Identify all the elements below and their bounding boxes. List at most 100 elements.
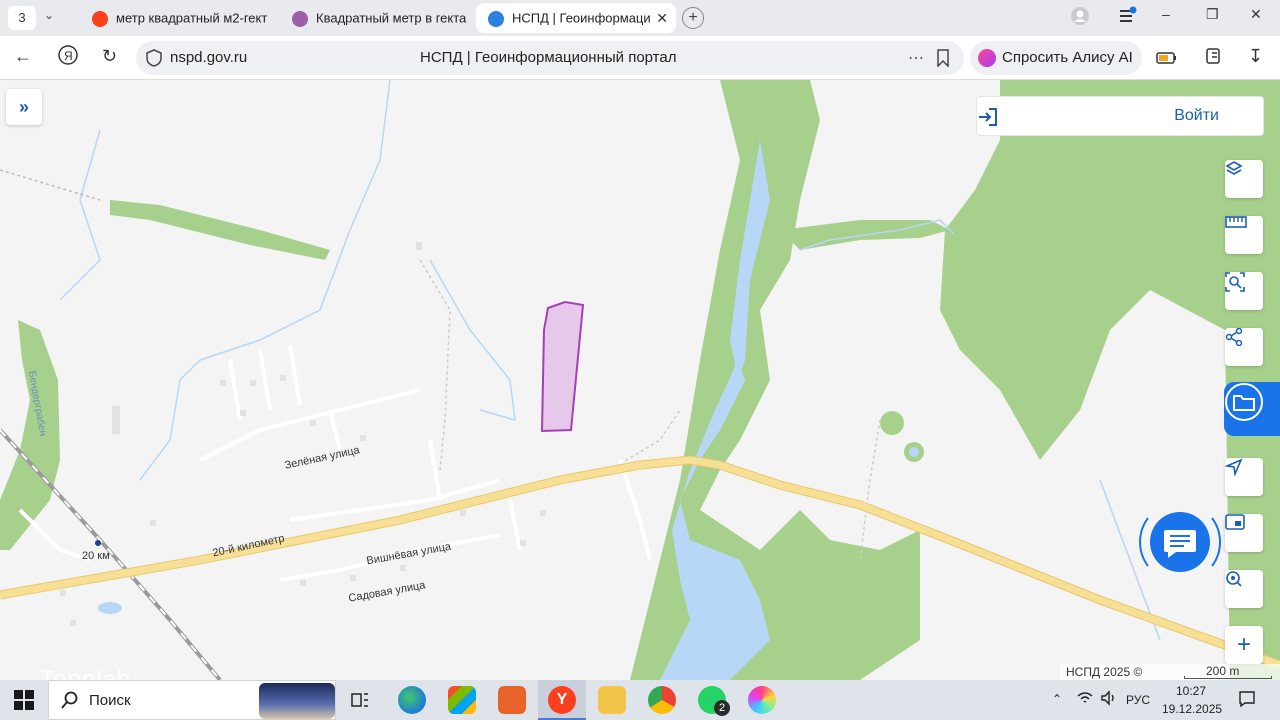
file-explorer-icon[interactable] bbox=[598, 686, 626, 714]
share-icon bbox=[1225, 328, 1243, 346]
notification-badge: 2 bbox=[714, 700, 730, 716]
tray-chevron-up-icon[interactable]: ⌃ bbox=[1052, 692, 1062, 706]
close-tab-icon[interactable]: ✕ bbox=[656, 3, 668, 33]
station-marker bbox=[95, 540, 101, 546]
tab-2[interactable]: Квадратный метр в гекта bbox=[280, 4, 468, 32]
map-footer: НСПД 2025 © 200 m bbox=[1060, 664, 1280, 680]
window-close-icon[interactable]: ✕ bbox=[1250, 6, 1262, 23]
more-icon[interactable]: ⋯ bbox=[908, 48, 924, 68]
navigation-arrow-icon bbox=[1225, 458, 1243, 476]
plus-icon: + bbox=[1236, 631, 1251, 658]
double-chevron-right-icon: » bbox=[18, 96, 29, 117]
login-arrow-icon bbox=[979, 108, 997, 126]
taskbar: Поиск Y 2 ⌃ РУС 10:27 19.12.2025 bbox=[0, 680, 1280, 720]
folder-button[interactable] bbox=[1224, 382, 1280, 436]
media-player-icon[interactable] bbox=[498, 686, 526, 714]
shield-icon[interactable] bbox=[146, 49, 162, 72]
chat-button[interactable] bbox=[1136, 498, 1224, 586]
land-parcel[interactable] bbox=[540, 300, 585, 433]
restore-icon[interactable]: ❐ bbox=[1206, 6, 1219, 23]
zoom-in-button[interactable]: + bbox=[1225, 626, 1263, 664]
volume-icon[interactable] bbox=[1100, 690, 1118, 709]
battery-icon[interactable] bbox=[1156, 49, 1178, 70]
map-canvas[interactable]: 20-й километр Зелёная улица Вишнёвая ули… bbox=[0, 80, 1280, 680]
select-area-button[interactable] bbox=[1225, 272, 1263, 310]
chevron-down-icon[interactable]: ⌄ bbox=[44, 8, 54, 22]
search-highlight-image bbox=[259, 683, 335, 719]
expand-panel-button[interactable]: » bbox=[6, 89, 42, 125]
task-view-icon[interactable] bbox=[346, 686, 374, 714]
eraser-favicon-icon bbox=[292, 10, 308, 27]
search-location-button[interactable] bbox=[1225, 570, 1263, 608]
taskbar-search[interactable]: Поиск bbox=[48, 680, 336, 720]
minimize-icon[interactable]: – bbox=[1162, 6, 1170, 22]
path-dotted bbox=[859, 419, 881, 561]
browser-tab-bar: 3 ⌄ метр квадратный м2-гект Квадратный м… bbox=[0, 0, 1280, 36]
edge-browser-icon[interactable] bbox=[398, 686, 426, 714]
forest-left-edge bbox=[0, 320, 60, 550]
folder-icon bbox=[1225, 383, 1263, 421]
main-road bbox=[0, 456, 1280, 669]
menu-icon[interactable] bbox=[1118, 6, 1138, 29]
chrome-icon[interactable] bbox=[648, 686, 676, 714]
copyright: НСПД 2025 © bbox=[1066, 665, 1143, 679]
select-area-icon bbox=[1225, 272, 1245, 292]
chat-icon bbox=[1139, 512, 1221, 572]
watermark: Topnlab bbox=[40, 666, 132, 680]
map-svg bbox=[0, 80, 1280, 680]
layers-button[interactable] bbox=[1225, 160, 1263, 198]
nspd-favicon-icon bbox=[488, 10, 504, 27]
notifications-icon[interactable] bbox=[1238, 690, 1256, 711]
download-icon[interactable]: ↧ bbox=[1248, 46, 1263, 67]
back-arrow-icon[interactable]: ← bbox=[14, 46, 32, 67]
scale-bar bbox=[1184, 676, 1272, 679]
pond bbox=[909, 447, 919, 457]
browser-nav-bar: ← Я ↻ nspd.gov.ru НСПД | Геоинформационн… bbox=[0, 36, 1280, 80]
yandex-logo-icon[interactable]: Я bbox=[58, 45, 78, 70]
pond bbox=[98, 602, 122, 614]
forest-river-corridor bbox=[630, 80, 920, 680]
url-text: nspd.gov.ru bbox=[170, 49, 248, 66]
forest-patch bbox=[880, 411, 904, 435]
stream bbox=[139, 80, 391, 481]
stream bbox=[429, 259, 516, 422]
layers-icon bbox=[1225, 161, 1243, 175]
yandex-browser-icon: Y bbox=[548, 686, 576, 714]
wifi-icon[interactable] bbox=[1076, 690, 1094, 709]
whatsapp-icon[interactable]: 2 bbox=[698, 686, 730, 716]
extensions-icon[interactable] bbox=[1204, 46, 1224, 71]
language-indicator[interactable]: РУС bbox=[1126, 693, 1150, 707]
stream bbox=[59, 129, 101, 301]
page-title: НСПД | Геоинформационный портал bbox=[420, 49, 677, 66]
photos-app-icon[interactable] bbox=[748, 686, 776, 714]
yandex-browser-taskbar-button[interactable]: Y bbox=[538, 680, 586, 720]
clock-time[interactable]: 10:27 bbox=[1176, 684, 1206, 698]
share-button[interactable] bbox=[1225, 328, 1263, 366]
km-label: 20 км bbox=[82, 550, 110, 562]
picture-in-picture-button[interactable] bbox=[1225, 514, 1263, 552]
tab-count-button[interactable]: 3 bbox=[8, 6, 36, 30]
locate-button[interactable] bbox=[1225, 458, 1263, 496]
windows-start-icon[interactable] bbox=[14, 690, 34, 715]
profile-icon[interactable] bbox=[1070, 6, 1090, 29]
reload-icon[interactable]: ↻ bbox=[102, 46, 117, 67]
search-icon bbox=[61, 691, 79, 713]
bookmark-icon[interactable] bbox=[936, 49, 950, 72]
svg-text:Я: Я bbox=[64, 49, 73, 63]
search-location-icon bbox=[1226, 571, 1242, 587]
picture-in-picture-icon bbox=[1225, 514, 1245, 530]
new-tab-button[interactable]: + bbox=[682, 7, 704, 29]
clock-date[interactable]: 19.12.2025 bbox=[1162, 702, 1222, 716]
ruler-button[interactable] bbox=[1225, 216, 1263, 254]
tab-1[interactable]: метр квадратный м2-гект bbox=[80, 4, 270, 32]
login-button[interactable]: Войти bbox=[976, 96, 1264, 136]
alice-icon bbox=[978, 49, 996, 68]
forest-strip-left bbox=[110, 200, 330, 260]
yandex-favicon-icon bbox=[92, 10, 108, 27]
address-bar[interactable]: nspd.gov.ru НСПД | Геоинформационный пор… bbox=[136, 41, 964, 75]
path-dotted bbox=[419, 259, 451, 471]
tab-3-active[interactable]: НСПД | Геоинформаци ✕ bbox=[476, 3, 676, 33]
ruler-icon bbox=[1225, 216, 1247, 228]
ask-alice-button[interactable]: Спросить Алису AI bbox=[970, 41, 1142, 75]
store-icon[interactable] bbox=[448, 686, 476, 714]
